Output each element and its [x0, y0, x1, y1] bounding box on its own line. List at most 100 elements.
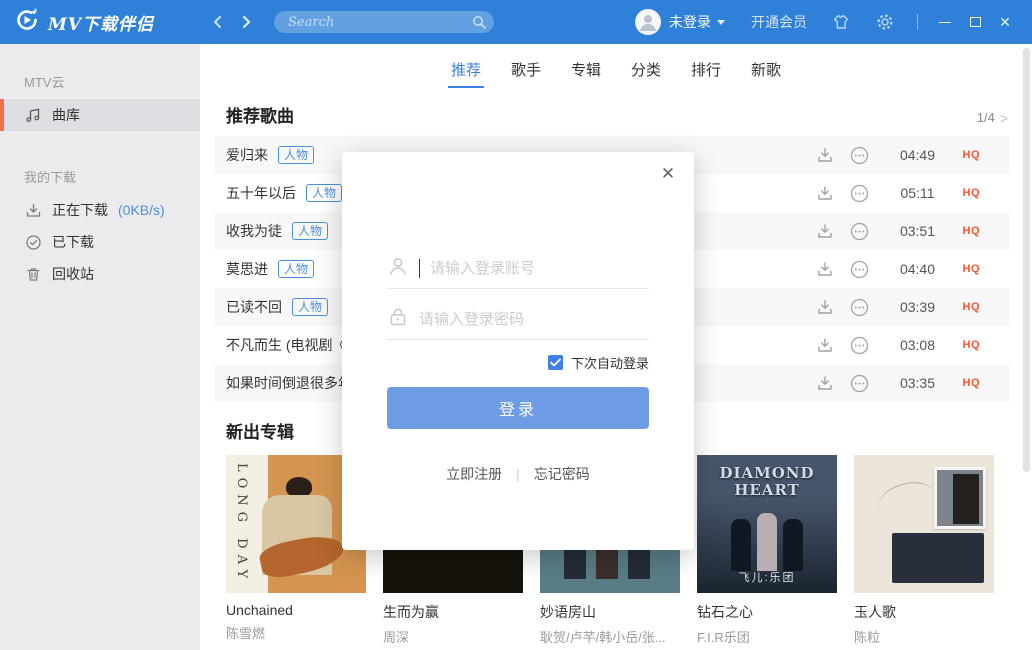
- more-icon[interactable]: [850, 146, 869, 165]
- song-duration: 05:11: [895, 185, 941, 201]
- song-title: 不凡而生 (电视剧《: [226, 335, 347, 355]
- search-box[interactable]: [274, 11, 494, 33]
- album-card[interactable]: DIAMOND HEART 飞儿:乐团钻石之心 F.I.R乐团: [697, 455, 837, 646]
- sidebar: MTV云 曲库 我的下载 正在下载(0KB/s) 已下载 回收站: [0, 44, 200, 650]
- search-icon[interactable]: [472, 15, 486, 34]
- close-icon: ✕: [999, 14, 1011, 31]
- song-tag: 人物: [306, 184, 342, 202]
- sidebar-item-downloaded[interactable]: 已下载: [0, 226, 200, 258]
- account-field[interactable]: [387, 248, 649, 289]
- download-icon[interactable]: [816, 260, 834, 278]
- downloading-icon: [24, 202, 42, 219]
- download-icon[interactable]: [816, 146, 834, 164]
- album-artist[interactable]: 周深: [383, 627, 523, 646]
- album-artist[interactable]: 耿贺/卢芊/韩小岳/张...: [540, 627, 680, 646]
- maximize-button[interactable]: [960, 7, 990, 37]
- album-cover[interactable]: [854, 455, 994, 593]
- song-tag: 人物: [278, 260, 314, 278]
- song-title: 已读不回: [226, 297, 282, 317]
- download-icon[interactable]: [816, 298, 834, 316]
- album-artist[interactable]: 陈雪燃: [226, 623, 366, 642]
- hq-badge: HQ: [963, 263, 981, 275]
- tab-分类[interactable]: 分类: [628, 53, 664, 88]
- hq-badge: HQ: [963, 225, 981, 237]
- tab-歌手[interactable]: 歌手: [508, 53, 544, 88]
- login-button[interactable]: 登录: [387, 387, 649, 429]
- song-tag: 人物: [278, 146, 314, 164]
- sidebar-item-label: 曲库: [52, 105, 80, 125]
- download-icon[interactable]: [816, 336, 834, 354]
- close-button[interactable]: ✕: [990, 7, 1020, 37]
- song-tag: 人物: [292, 298, 328, 316]
- album-title[interactable]: 玉人歌: [854, 602, 994, 622]
- search-input[interactable]: [274, 15, 494, 30]
- sidebar-item-label: 回收站: [52, 264, 94, 284]
- register-link[interactable]: 立即注册: [446, 464, 502, 484]
- downloaded-icon: [24, 234, 42, 251]
- password-input[interactable]: [419, 311, 649, 328]
- album-cover[interactable]: DIAMOND HEART 飞儿:乐团: [697, 455, 837, 593]
- song-duration: 04:49: [895, 147, 941, 163]
- forward-icon[interactable]: [238, 13, 254, 31]
- more-icon[interactable]: [850, 222, 869, 241]
- download-speed: (0KB/s): [118, 202, 165, 218]
- recommended-songs-title: 推荐歌曲: [226, 102, 294, 127]
- album-artist[interactable]: F.I.R乐团: [697, 627, 837, 646]
- song-title: 收我为徒: [226, 221, 282, 241]
- sidebar-section-downloads: 我的下载: [24, 167, 200, 186]
- song-title: 五十年以后: [226, 183, 296, 203]
- minimize-button[interactable]: [930, 7, 960, 37]
- more-icon[interactable]: [850, 298, 869, 317]
- skin-icon[interactable]: [831, 12, 851, 32]
- album-title[interactable]: 妙语房山: [540, 602, 680, 622]
- more-icon[interactable]: [850, 184, 869, 203]
- membership-button[interactable]: 开通会员: [751, 12, 807, 32]
- album-title[interactable]: 钻石之心: [697, 602, 837, 622]
- album-cover-text: DIAMOND HEART: [717, 465, 817, 498]
- album-title[interactable]: Unchained: [226, 602, 366, 618]
- sidebar-item-recycle[interactable]: 回收站: [0, 258, 200, 290]
- forgot-password-link[interactable]: 忘记密码: [534, 464, 590, 484]
- chevron-down-icon[interactable]: [717, 20, 725, 25]
- login-status-label[interactable]: 未登录: [669, 12, 711, 32]
- auto-login-checkbox[interactable]: [548, 355, 563, 370]
- sidebar-item-library[interactable]: 曲库: [0, 99, 200, 131]
- album-title[interactable]: 生而为赢: [383, 602, 523, 622]
- hq-badge: HQ: [963, 301, 981, 313]
- settings-icon[interactable]: [875, 12, 895, 32]
- download-icon[interactable]: [816, 184, 834, 202]
- account-input[interactable]: [430, 260, 649, 277]
- tab-排行[interactable]: 排行: [688, 53, 724, 88]
- pagination[interactable]: 1/4 >: [977, 110, 1008, 126]
- modal-close-icon[interactable]: ✕: [656, 162, 680, 186]
- page-indicator: 1/4: [977, 110, 995, 125]
- more-icon[interactable]: [850, 260, 869, 279]
- next-page-icon[interactable]: >: [1000, 110, 1008, 126]
- album-artist[interactable]: 陈粒: [854, 627, 994, 646]
- lock-icon: [387, 306, 409, 333]
- download-icon[interactable]: [816, 222, 834, 240]
- tab-专辑[interactable]: 专辑: [568, 53, 604, 88]
- album-cover-text: LONG DAY: [234, 463, 249, 584]
- song-title: 爱归来: [226, 145, 268, 165]
- scrollbar[interactable]: [1023, 48, 1030, 472]
- album-cover-text: 飞儿:乐团: [697, 569, 837, 585]
- sidebar-item-downloading[interactable]: 正在下载 (0KB/s): [0, 194, 200, 226]
- tab-新歌[interactable]: 新歌: [748, 53, 784, 88]
- auto-login-label[interactable]: 下次自动登录: [571, 353, 649, 372]
- app-window: MV下载伴侣 未登录 开通会员: [0, 0, 1032, 650]
- download-icon[interactable]: [816, 374, 834, 392]
- album-card[interactable]: 玉人歌陈粒: [854, 455, 994, 646]
- avatar[interactable]: [635, 9, 661, 35]
- more-icon[interactable]: [850, 336, 869, 355]
- link-divider: |: [516, 466, 520, 482]
- hq-badge: HQ: [963, 377, 981, 389]
- song-duration: 03:08: [895, 337, 941, 353]
- more-icon[interactable]: [850, 374, 869, 393]
- sidebar-item-label: 正在下载: [52, 200, 108, 220]
- password-field[interactable]: [387, 299, 649, 340]
- back-icon[interactable]: [210, 13, 226, 31]
- tab-推荐[interactable]: 推荐: [448, 53, 484, 88]
- song-title: 如果时间倒退很多年: [226, 373, 352, 393]
- song-duration: 04:40: [895, 261, 941, 277]
